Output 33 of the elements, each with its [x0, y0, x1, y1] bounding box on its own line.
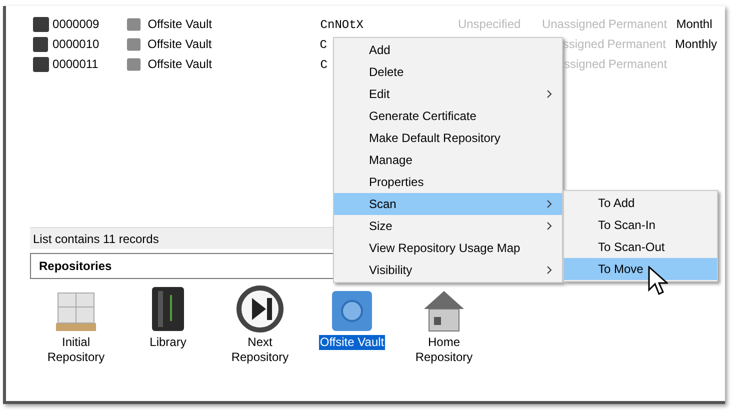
table-cell: Permanent	[608, 57, 668, 71]
menu-item[interactable]: Manage	[334, 149, 562, 171]
record-id: 0000010	[52, 36, 100, 53]
repository-label[interactable]: Initial Repository	[34, 335, 118, 365]
menu-item[interactable]: Add	[334, 39, 562, 61]
table-cell: Unassigned	[542, 17, 606, 31]
table-cell: Monthly	[675, 37, 718, 51]
table-cell: C	[320, 58, 328, 72]
menu-item[interactable]: Make Default Repository	[334, 127, 562, 149]
menu-item[interactable]: Visibility	[334, 259, 562, 281]
table-cell: ssigned	[564, 57, 606, 71]
table-cell: Monthl	[676, 17, 712, 31]
table-cell: CnNOtX	[320, 18, 364, 32]
table-cell: Unspecified	[458, 17, 521, 31]
repository-label[interactable]: Home Repository	[402, 335, 486, 365]
menu-item[interactable]: Generate Certificate	[334, 105, 562, 127]
record-id: 0000011	[52, 56, 100, 73]
menu-item[interactable]: Delete	[334, 61, 562, 83]
repository-label[interactable]: Offsite Vault	[318, 335, 386, 350]
location-text: Offsite Vault	[148, 36, 213, 53]
menu-item[interactable]: Edit	[334, 83, 562, 105]
table-cell: Permanent	[607, 37, 666, 51]
menu-item[interactable]: Scan	[334, 193, 562, 215]
menu-item[interactable]: Properties	[334, 171, 562, 193]
repository-label[interactable]: Next Repository	[218, 335, 302, 365]
repository-label[interactable]: Library	[148, 335, 188, 350]
table-cell: C	[320, 38, 327, 52]
record-id: 0000009	[52, 16, 100, 33]
table-cell: Permanent	[608, 17, 668, 31]
location-text: Offsite Vault	[148, 56, 213, 73]
menu-item[interactable]: To Move	[564, 258, 717, 280]
location-text: Offsite Vault	[148, 16, 213, 33]
menu-item[interactable]: To Add	[564, 192, 717, 214]
